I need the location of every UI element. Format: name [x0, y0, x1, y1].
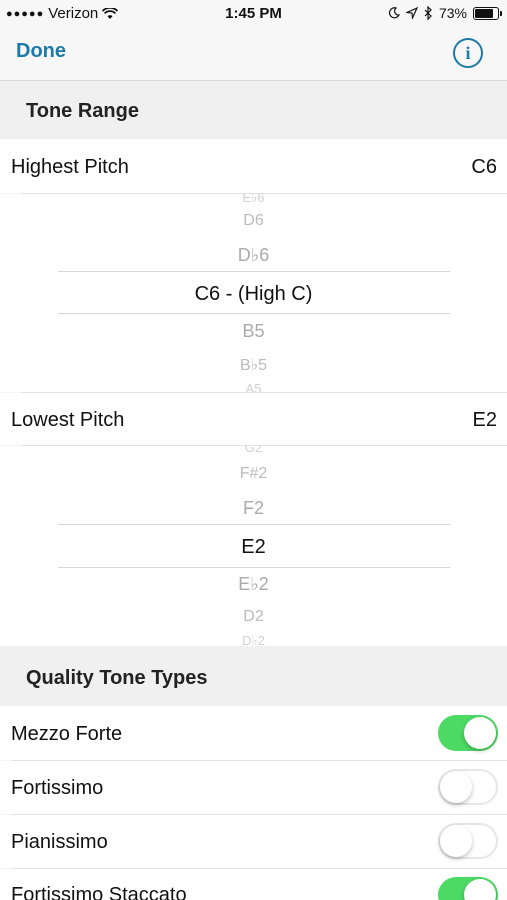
fortissimo-toggle[interactable]	[438, 769, 498, 805]
toggle-label: Fortissimo Staccato	[11, 884, 187, 900]
highest-pitch-value: C6	[471, 156, 497, 178]
toggle-label: Fortissimo	[11, 777, 104, 799]
section-header-tone-range: Tone Range	[0, 81, 507, 139]
moon-icon	[388, 7, 400, 19]
lowest-pitch-label: Lowest Pitch	[11, 409, 125, 431]
picker-option[interactable]: D2	[0, 608, 507, 626]
picker-option[interactable]: A5	[0, 381, 507, 392]
toggle-label: Pianissimo	[11, 831, 108, 853]
pianissimo-toggle[interactable]	[438, 823, 498, 859]
toggle-row-mezzo-forte: Mezzo Forte	[0, 706, 507, 760]
toggle-knob	[440, 825, 472, 857]
done-button[interactable]: Done	[16, 40, 66, 63]
highest-pitch-picker[interactable]: E♭6 D6 D♭6 C6 - (High C) B5 B♭5 A5	[0, 194, 507, 392]
battery-percent: 73%	[438, 5, 467, 21]
battery-fill	[475, 8, 493, 18]
status-bar: ●●●●● Verizon 1:45 PM 73%	[0, 0, 507, 28]
status-right: 73%	[388, 5, 502, 21]
picker-option[interactable]: B♭5	[0, 355, 507, 375]
section-title: Quality Tone Types	[26, 667, 208, 689]
picker-option[interactable]: E♭6	[0, 194, 507, 206]
toggle-row-fortissimo-staccato: Fortissimo Staccato	[0, 869, 507, 900]
picker-option[interactable]: D♭6	[0, 245, 507, 266]
picker-selection-line	[58, 524, 450, 525]
highest-pitch-row[interactable]: Highest Pitch C6	[0, 139, 507, 193]
nav-bar: Done i	[0, 28, 507, 81]
toggle-knob	[464, 717, 496, 749]
battery-icon	[473, 6, 502, 20]
toggle-knob	[464, 879, 496, 900]
lowest-pitch-value: E2	[472, 409, 497, 431]
picker-option[interactable]: D6	[0, 212, 507, 230]
toggle-label: Mezzo Forte	[11, 723, 123, 745]
section-title: Tone Range	[26, 100, 139, 122]
picker-option[interactable]: F#2	[0, 465, 507, 483]
picker-option[interactable]: F2	[0, 498, 507, 519]
picker-selection-line	[58, 567, 450, 568]
fortissimo-staccato-toggle[interactable]	[438, 877, 498, 900]
picker-option[interactable]: B5	[0, 321, 507, 342]
highest-pitch-label: Highest Pitch	[11, 156, 129, 178]
picker-option[interactable]: D♭2	[0, 633, 507, 646]
mezzo-forte-toggle[interactable]	[438, 715, 498, 751]
toggle-knob	[440, 771, 472, 803]
picker-option[interactable]: G2	[0, 446, 507, 455]
lowest-pitch-picker[interactable]: G2 F#2 F2 E2 E♭2 D2 D♭2	[0, 446, 507, 646]
picker-option[interactable]: E♭2	[0, 574, 507, 595]
location-arrow-icon	[405, 7, 418, 19]
section-header-quality-tone-types: Quality Tone Types	[0, 646, 507, 706]
info-icon[interactable]: i	[453, 38, 483, 68]
picker-selected-option[interactable]: E2	[0, 536, 507, 559]
picker-selection-line	[58, 313, 450, 314]
toggle-row-pianissimo: Pianissimo	[0, 815, 507, 868]
picker-selected-option[interactable]: C6 - (High C)	[0, 283, 507, 306]
picker-selection-line	[58, 271, 450, 272]
bluetooth-icon	[424, 6, 432, 20]
toggle-row-fortissimo: Fortissimo	[0, 761, 507, 814]
lowest-pitch-row[interactable]: Lowest Pitch E2	[0, 393, 507, 445]
